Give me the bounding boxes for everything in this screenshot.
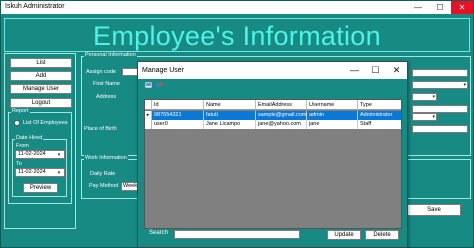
add-button[interactable]: Add: [10, 71, 72, 81]
dialog-close-button[interactable]: ✕: [386, 62, 407, 79]
to-date-value: 11-02-2024: [18, 169, 46, 175]
maximize-button[interactable]: ☐: [429, 1, 451, 14]
update-button[interactable]: Update: [327, 230, 361, 240]
search-input[interactable]: [174, 230, 300, 239]
main-window-controls: — ☐ ✕: [407, 1, 473, 14]
column-header-username[interactable]: Username: [307, 100, 358, 110]
column-header-name[interactable]: Name: [204, 100, 256, 110]
cell-type[interactable]: Administrator: [358, 111, 401, 120]
dialog-minimize-button[interactable]: —: [344, 62, 365, 79]
cell-email[interactable]: sample@gmail.com: [256, 111, 307, 120]
from-date-value: 11-02-2024: [18, 151, 46, 157]
delete-button[interactable]: Delete: [365, 230, 399, 240]
right-field-1[interactable]: [412, 69, 468, 77]
right-field-2[interactable]: [412, 105, 468, 113]
right-combo-2[interactable]: ▾: [412, 93, 437, 101]
cell-type[interactable]: Staff: [358, 120, 401, 129]
cell-name[interactable]: fatuti: [204, 111, 256, 120]
manage-user-dialog: Manage User — ☐ ✕ Id Name EmailAddress U…: [137, 61, 408, 248]
first-name-label: First Name: [93, 81, 120, 87]
personal-information-legend: Personal Information: [84, 52, 137, 58]
dialog-maximize-button[interactable]: ☐: [365, 62, 386, 79]
cell-id[interactable]: user0: [152, 120, 204, 129]
table-row[interactable]: ▸ 987654321 fatuti sample@gmail.com admi…: [145, 111, 401, 120]
main-titlebar: Iskuh Administrator — ☐ ✕: [1, 1, 473, 14]
calendar-dropdown-icon[interactable]: ▾: [55, 170, 63, 176]
dialog-window-controls: — ☐ ✕: [344, 62, 407, 79]
to-label: To: [16, 161, 22, 167]
from-date-picker[interactable]: 11-02-2024 ▾: [15, 150, 65, 159]
cell-username[interactable]: admin: [307, 111, 358, 120]
pay-method-label: Pay Method: [89, 183, 119, 189]
right-combo-1[interactable]: ▾: [412, 81, 468, 89]
table-row[interactable]: user0 Jane Licampo jane@yahoo.com jane S…: [145, 120, 401, 129]
search-label: Search: [149, 230, 169, 236]
to-date-picker[interactable]: 11-02-2024 ▾: [15, 168, 65, 177]
right-field-3[interactable]: [412, 125, 468, 133]
column-header-email[interactable]: EmailAddress: [256, 100, 307, 110]
place-of-birth-label: Place of Birth: [84, 126, 117, 132]
list-of-employees-label: List Of Employees: [23, 120, 68, 126]
dialog-titlebar: Manage User — ☐ ✕: [138, 62, 407, 79]
daily-rate-label: Daily Rate: [90, 171, 116, 177]
grid-corner: [145, 100, 152, 110]
work-information-legend: Work Information: [84, 155, 128, 161]
dialog-title: Manage User: [142, 67, 185, 74]
cell-email[interactable]: jane@yahoo.com: [256, 120, 307, 129]
manage-user-button[interactable]: Manage User: [10, 84, 72, 94]
users-icon[interactable]: [145, 81, 153, 89]
users-grid[interactable]: Id Name EmailAddress Username Type ▸ 987…: [144, 99, 402, 229]
left-panel: List Add Manage User Logout Report List …: [4, 53, 76, 229]
row-selector-icon[interactable]: ▸: [145, 111, 152, 120]
column-header-type[interactable]: Type: [358, 100, 401, 110]
main-window-title: Iskuh Administrator: [5, 3, 65, 10]
assign-code-label: Assign code: [86, 69, 116, 75]
minimize-button[interactable]: —: [407, 1, 429, 14]
close-button[interactable]: ✕: [451, 1, 473, 14]
logout-button[interactable]: Logout: [10, 98, 72, 108]
cell-username[interactable]: jane: [307, 120, 358, 129]
row-selector[interactable]: [145, 120, 152, 129]
list-of-employees-radio[interactable]: [14, 120, 20, 126]
preview-button[interactable]: Preview: [23, 183, 58, 193]
address-label: Address: [96, 94, 117, 100]
cell-name[interactable]: Jane Licampo: [204, 120, 256, 129]
right-combo-3[interactable]: ▾: [412, 113, 437, 121]
settings-icon[interactable]: [155, 81, 163, 89]
report-group: Report List Of Employees Date Hired From…: [8, 108, 72, 204]
grid-header: Id Name EmailAddress Username Type: [145, 100, 401, 110]
from-label: From: [16, 143, 29, 149]
calendar-dropdown-icon[interactable]: ▾: [55, 152, 63, 158]
column-header-id[interactable]: Id: [152, 100, 204, 110]
cell-id[interactable]: 987654321: [152, 111, 204, 120]
banner-title: Employee's Information: [93, 21, 381, 51]
report-legend: Report: [11, 108, 30, 114]
date-hired-legend: Date Hired: [15, 135, 44, 141]
banner: Employee's Information: [4, 18, 470, 52]
date-hired-group: Date Hired From 11-02-2024 ▾ To 11-02-20…: [12, 135, 67, 197]
save-button[interactable]: Save: [407, 204, 461, 216]
list-button[interactable]: List: [10, 58, 72, 68]
